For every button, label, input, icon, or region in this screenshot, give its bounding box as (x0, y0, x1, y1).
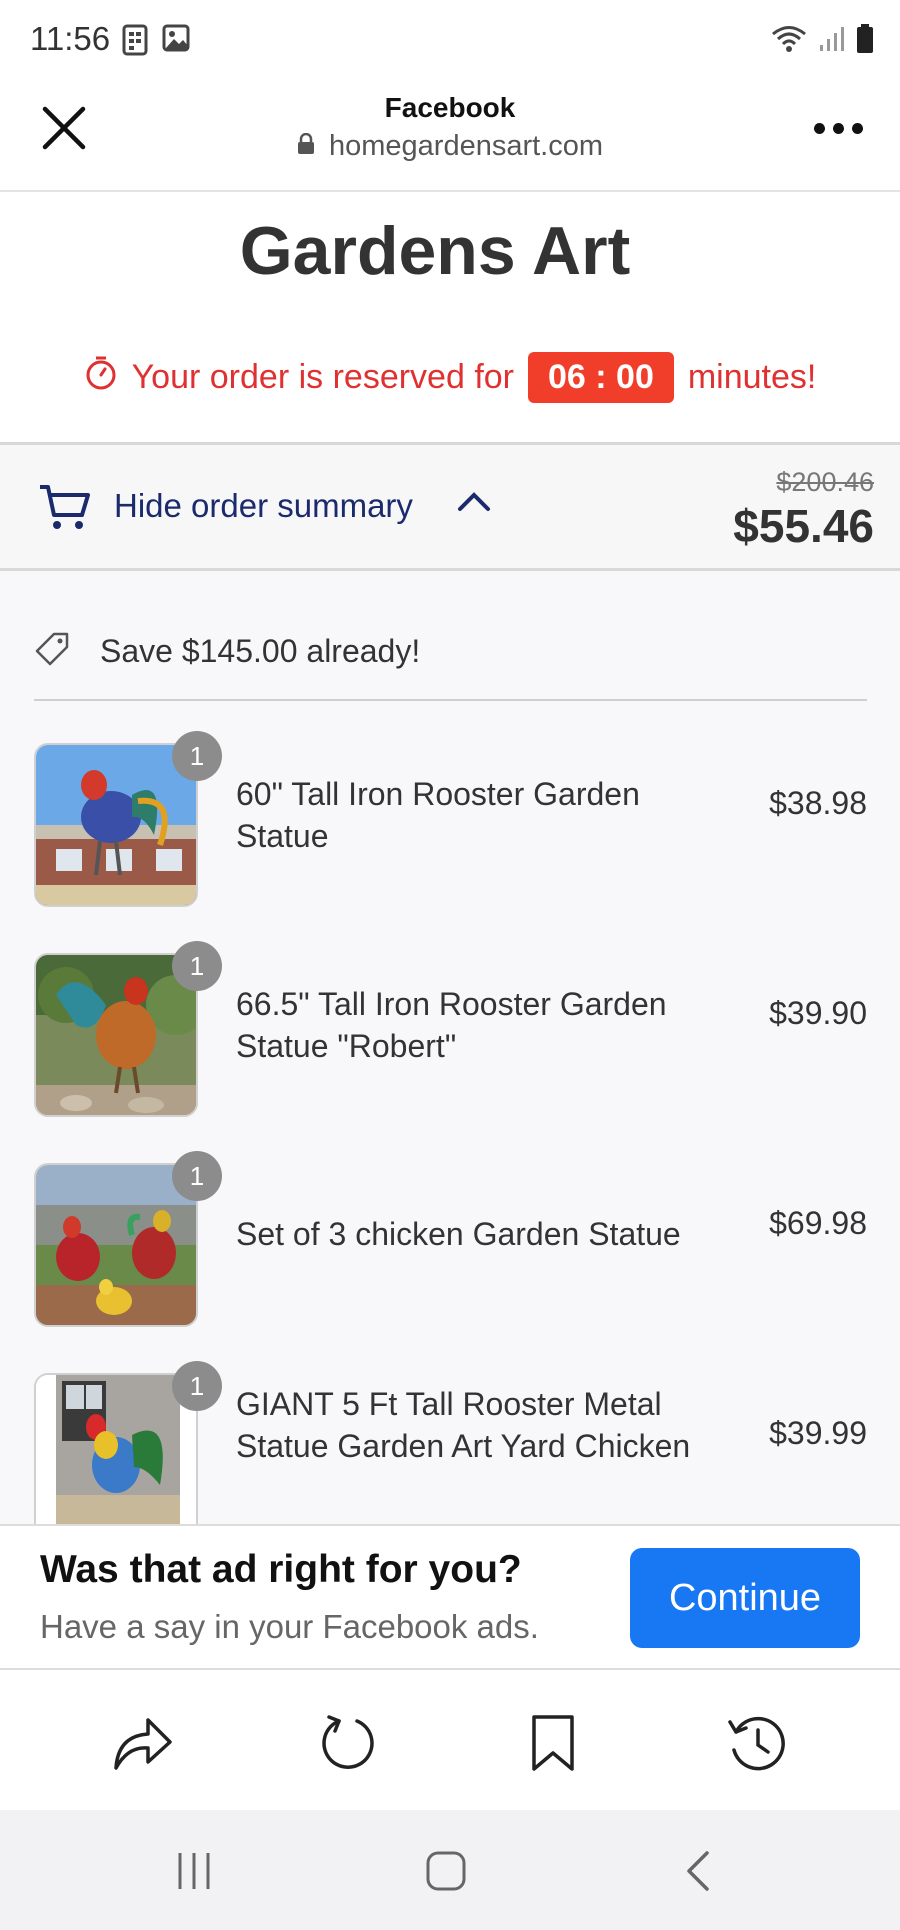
share-button[interactable] (108, 1708, 178, 1778)
toggle-label: Hide order summary (114, 487, 413, 524)
history-icon (728, 1716, 785, 1771)
item-price: $38.98 (769, 785, 867, 821)
status-time: 11:56 (30, 20, 111, 57)
reservation-timer: Your order is reserved for 06 : 00 minut… (0, 352, 900, 403)
order-summary-panel: Save $145.00 already! 1 60" Tall Iron Ro… (0, 571, 900, 1539)
more-button[interactable] (806, 108, 870, 148)
close-icon (42, 106, 86, 150)
item-price: $39.99 (769, 1415, 867, 1451)
divider (34, 699, 867, 701)
sim-card-icon (122, 24, 148, 61)
gallery-icon (162, 24, 190, 61)
chevron-up-icon (456, 489, 492, 518)
quantity-badge: 1 (172, 731, 222, 781)
page-url[interactable]: homegardensart.com (329, 130, 603, 163)
recent-apps-icon (178, 1853, 210, 1889)
status-bar: 11:56 (0, 0, 900, 82)
continue-button[interactable]: Continue (630, 1548, 860, 1648)
history-button[interactable] (722, 1708, 792, 1778)
item-name: GIANT 5 Ft Tall Rooster Metal Statue Gar… (236, 1386, 691, 1464)
cart-icon (38, 483, 90, 536)
home-icon (426, 1851, 466, 1891)
more-icon (813, 122, 825, 134)
product-image (34, 953, 198, 1117)
share-icon (114, 1718, 172, 1770)
savings-row: Save $145.00 already! (34, 631, 420, 672)
battery-icon (856, 24, 874, 59)
ad-banner-title: Was that ad right for you? (40, 1548, 522, 1591)
savings-text: Save $145.00 already! (100, 633, 421, 669)
item-price: $69.98 (769, 1205, 867, 1241)
store-title: Gardens Art (239, 213, 631, 289)
list-item[interactable]: 1 60" Tall Iron Rooster Garden Statue $3… (34, 731, 867, 909)
item-name: 66.5" Tall Iron Rooster Garden Statue "R… (236, 986, 667, 1064)
close-button[interactable] (36, 100, 92, 156)
header-center: Facebook homegardensart.com (200, 92, 700, 163)
quantity-badge: 1 (172, 1361, 222, 1411)
quantity-badge: 1 (172, 1151, 222, 1201)
reload-button[interactable] (312, 1708, 382, 1778)
browser-title: Facebook (384, 92, 516, 123)
back-button[interactable] (668, 1846, 728, 1896)
home-button[interactable] (416, 1846, 476, 1896)
recent-apps-button[interactable] (164, 1846, 224, 1896)
lock-icon (297, 132, 315, 160)
wifi-icon (770, 24, 808, 59)
system-nav-bar (0, 1810, 900, 1930)
ad-feedback-banner: Was that ad right for you? Have a say in… (0, 1524, 900, 1670)
timer-suffix: minutes! (687, 358, 817, 396)
back-icon (687, 1851, 709, 1891)
order-summary-toggle[interactable]: Hide order summary $200.46 $55.46 (0, 445, 900, 569)
browser-toolbar (0, 1670, 900, 1810)
product-image (34, 1373, 198, 1539)
list-item[interactable]: 1 66.5" Tall Iron Rooster Garden Statue … (34, 941, 867, 1119)
bookmark-button[interactable] (518, 1708, 588, 1778)
stopwatch-icon (84, 355, 118, 400)
item-name: Set of 3 chicken Garden Statue (236, 1216, 681, 1252)
signal-icon (818, 25, 846, 58)
ad-banner-subtitle: Have a say in your Facebook ads. (40, 1608, 539, 1645)
item-price: $39.90 (769, 995, 867, 1031)
product-image (34, 743, 198, 907)
reload-icon (322, 1715, 374, 1769)
list-item[interactable]: 1 GIANT 5 Ft Tall Rooster Metal Statue G… (34, 1361, 867, 1539)
list-item[interactable]: 1 Set of 3 chicken Garden Statue $69.98 (34, 1151, 867, 1329)
quantity-badge: 1 (172, 941, 222, 991)
timer-prefix: Your order is reserved for (131, 358, 514, 396)
item-name: 60" Tall Iron Rooster Garden Statue (236, 776, 640, 854)
bookmark-icon (532, 1715, 574, 1771)
timer-countdown: 06 : 00 (528, 352, 674, 403)
original-price: $200.46 (776, 467, 874, 497)
tag-icon (34, 631, 70, 672)
browser-header: Facebook homegardensart.com (0, 82, 900, 192)
product-image (34, 1163, 198, 1327)
total-price: $55.46 (733, 500, 874, 552)
